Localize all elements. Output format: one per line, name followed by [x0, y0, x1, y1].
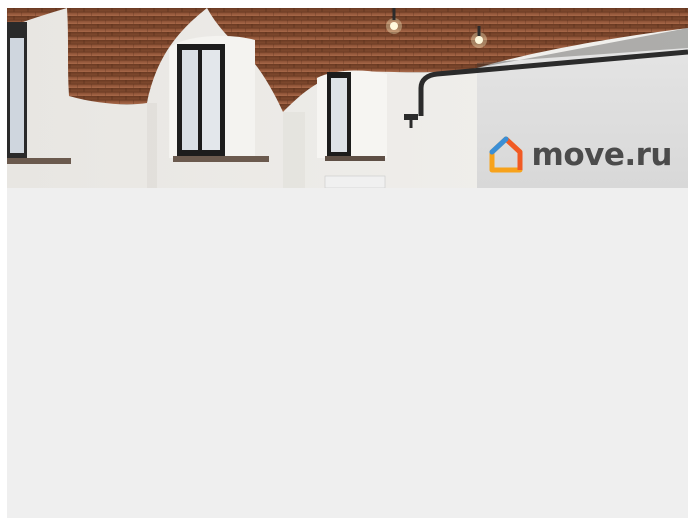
watermark: move.ru [488, 136, 673, 174]
watermark-text: move.ru [531, 136, 673, 173]
listing-photo[interactable]: move.ru [7, 8, 688, 188]
listing-image-frame: move.ru [7, 8, 688, 518]
image-placeholder-area [7, 188, 688, 518]
house-logo-icon [488, 136, 524, 174]
